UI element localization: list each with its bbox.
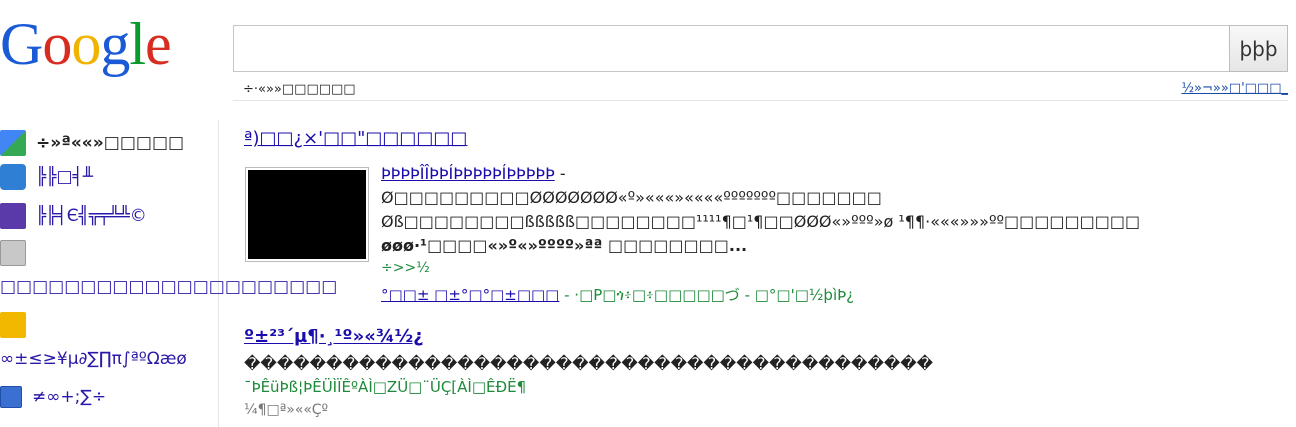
- sidebar-item-shopping-label[interactable]: ∞±≤≥¥µ∂∑∏π∫ªºΩæø: [0, 346, 187, 372]
- tag-icon: [0, 312, 26, 338]
- logo-letter: g: [100, 11, 130, 77]
- sidebar-item-shopping[interactable]: [0, 312, 36, 338]
- result-sub-suffix: -: [554, 164, 566, 183]
- sidebar-item-web[interactable]: ÷»ª««»□□□□□: [0, 130, 184, 156]
- logo-letter: G: [0, 11, 43, 77]
- search-input[interactable]: [233, 25, 1230, 72]
- logo-letter: e: [145, 11, 172, 77]
- result-thumbnail[interactable]: [245, 167, 369, 262]
- result-snippet-line: øøø·¹□□□□«»º«»ºººº»ªª □□□□□□□□...: [381, 236, 748, 255]
- web-icon: [0, 130, 26, 156]
- divider: [233, 100, 1288, 101]
- search-hint: ÷·«»»□□□□□□: [243, 82, 356, 97]
- logo-letter: o: [42, 11, 72, 77]
- sidebar-item-videos[interactable]: ╠╠╡Є╣╦╤╩╩©: [0, 203, 147, 229]
- more-icon: [0, 386, 22, 408]
- google-logo[interactable]: Google: [0, 11, 172, 77]
- video-icon: [0, 203, 26, 229]
- result-snippet-line: ����������������������������������������…: [244, 354, 934, 373]
- sidebar-item-label: ╠╠╡Є╣╦╤╩╩©: [36, 206, 147, 226]
- search-button[interactable]: þþþ: [1229, 25, 1288, 72]
- logo-letter: l: [129, 11, 146, 77]
- sidebar-item-label: □□□□□□□□□□□□□□□□□□□□□: [0, 277, 338, 297]
- result-footer-meta: - ·□P□ጎ፥□፥□□□□□づ - □°□'□½þìÞ¿: [559, 286, 855, 304]
- sidebar-item-news-label[interactable]: □□□□□□□□□□□□□□□□□□□□□: [0, 274, 337, 300]
- result-snippet-line: Øß□□□□□□□□ßßßßß□□□□□□□□¹¹¹¹¶□¹¶□□ØØØ«»ºº…: [381, 212, 1141, 231]
- logo-letter: o: [71, 11, 101, 77]
- camera-icon: [0, 164, 26, 190]
- sidebar-item-label: ╠╠□╡╨: [36, 167, 94, 187]
- result-url: ¯ÞÊüÞß¦ÞÊÜÌÏÊºÀÌ□ZÜ□¨ÜÇ[ÀÌ□ÊÐË¶: [244, 378, 527, 396]
- result-sub-link[interactable]: ÞÞÞÞÎÎÞÞÍÞÞÞÞÞÍÞÞÞÞÞ: [381, 164, 555, 183]
- result-subtitle-row: ÞÞÞÞÎÎÞÞÍÞÞÞÞÞÍÞÞÞÞÞ -: [381, 164, 566, 183]
- search-settings-link[interactable]: ½»¬»»□'□□□_: [1181, 81, 1288, 96]
- result-meta: ¼¶□ª»««Çº: [244, 402, 329, 418]
- result-url: ÷>>½: [381, 260, 430, 276]
- sidebar-item-label: ∞±≤≥¥µ∂∑∏π∫ªºΩæø: [0, 349, 187, 369]
- sidebar-item-label: ≠∞+;∑÷: [32, 387, 107, 407]
- sidebar-item-images[interactable]: ╠╠□╡╨: [0, 164, 93, 190]
- result-title[interactable]: ª)□□¿×'□□"□□□□□□: [244, 128, 467, 149]
- result-footer-link[interactable]: °□□± □±°□°□±□□□: [381, 286, 559, 304]
- sidebar-item-label: ÷»ª««»□□□□□: [36, 133, 185, 153]
- result-title[interactable]: º±²³´µ¶·¸¹º»«¾½¿: [244, 326, 424, 347]
- sidebar-item-news[interactable]: [0, 240, 36, 266]
- sidebar-item-more[interactable]: ≠∞+;∑÷: [0, 384, 106, 410]
- result-footer-row: °□□± □±°□°□±□□□ - ·□P□ጎ፥□፥□□□□□づ - □°□'□…: [381, 284, 854, 305]
- result-snippet-line: Ø□□□□□□□□□ØØØØØØØ«º»«««»««««ººººººº□□□□□…: [381, 188, 882, 207]
- thumbnail-image: [248, 170, 366, 259]
- news-icon: [0, 240, 26, 266]
- sidebar: ÷»ª««»□□□□□ ╠╠□╡╨ ╠╠╡Є╣╦╤╩╩© □□□□□□□□□□□…: [0, 120, 337, 427]
